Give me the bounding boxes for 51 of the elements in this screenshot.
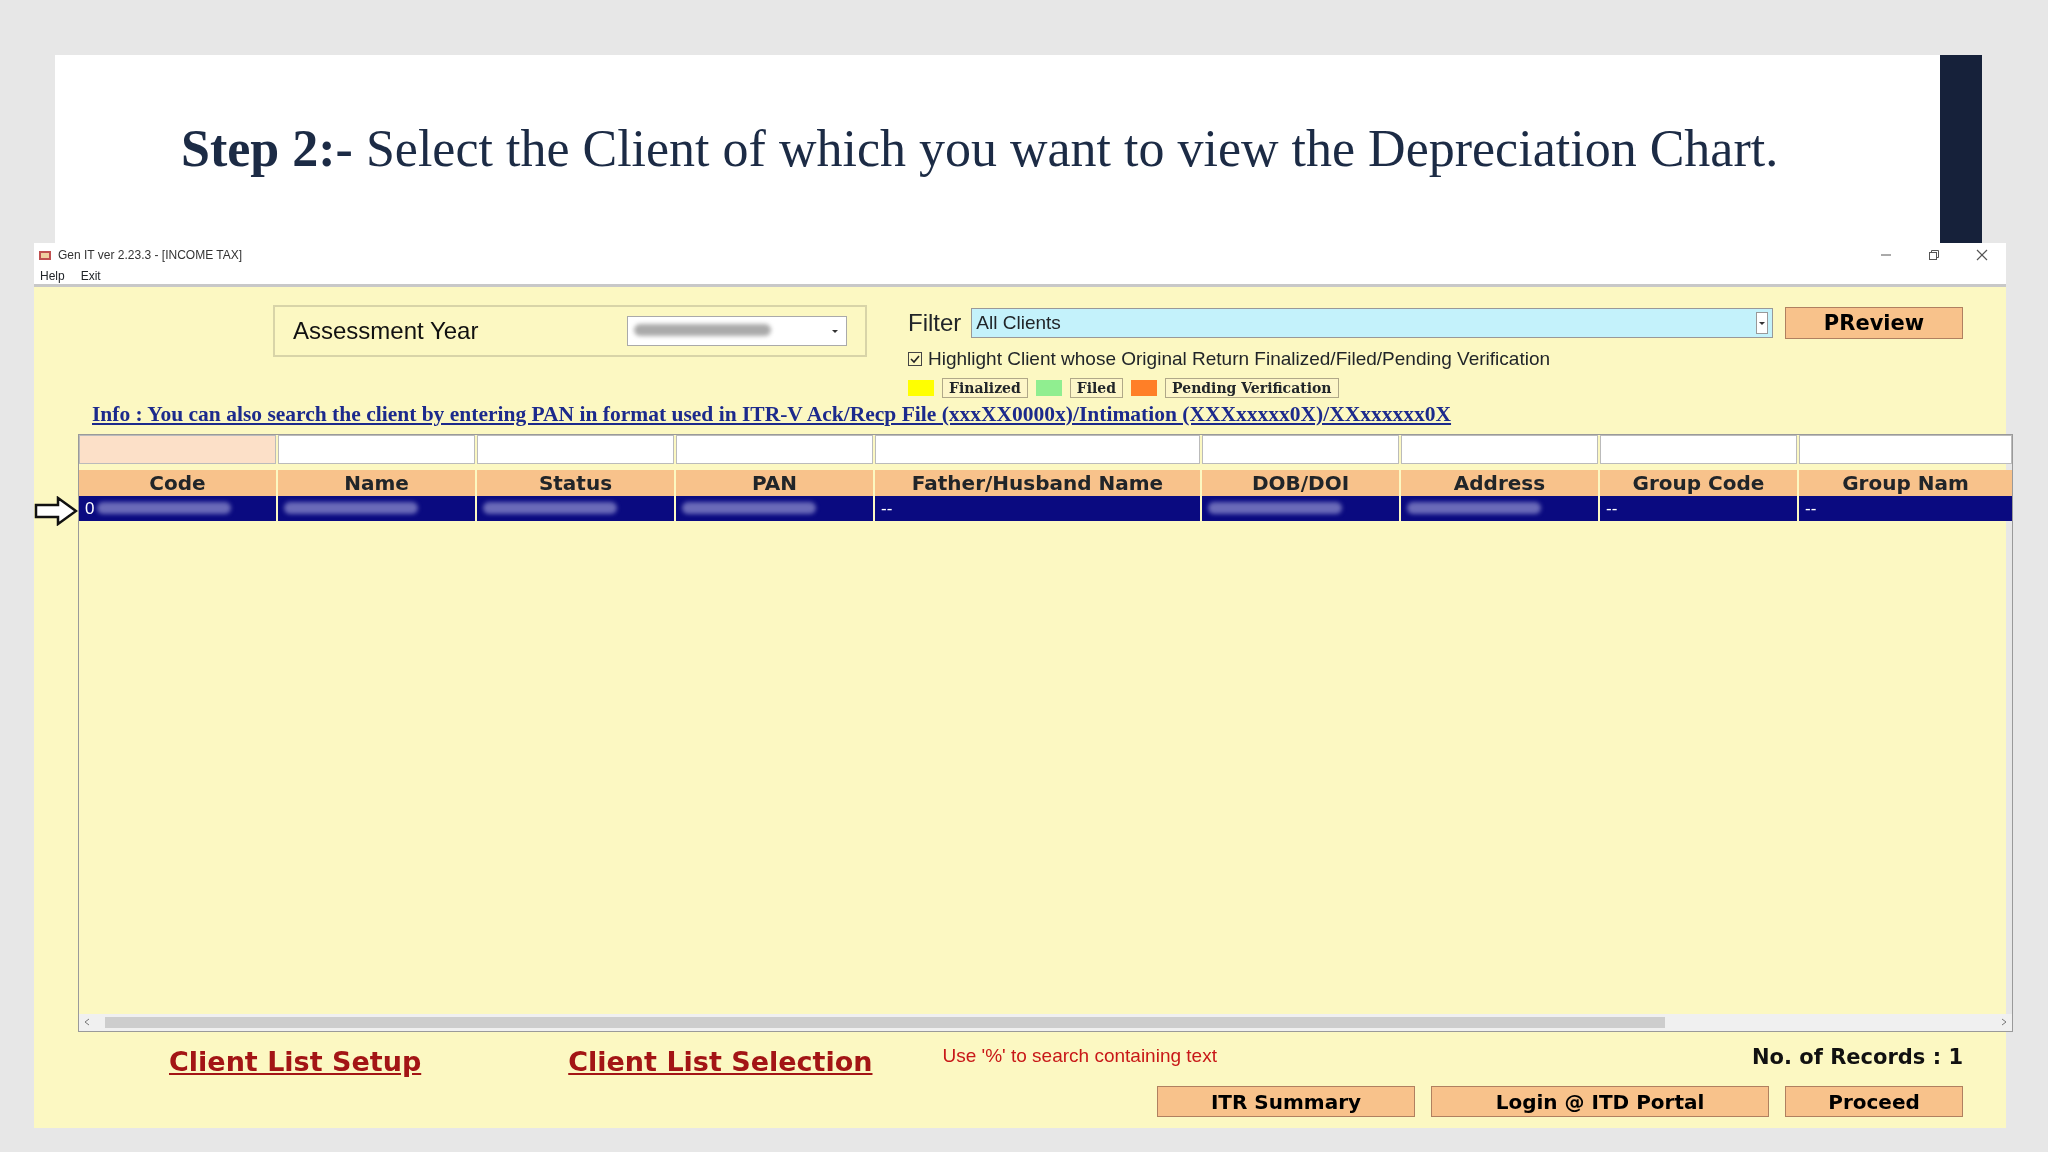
column-header[interactable]: Father/Husband Name xyxy=(875,469,1200,496)
close-icon[interactable] xyxy=(1976,249,1988,261)
preview-button[interactable]: PReview xyxy=(1785,307,1963,339)
app-icon xyxy=(38,249,52,261)
column-header[interactable]: DOB/DOI xyxy=(1202,469,1399,496)
column-filter-field[interactable] xyxy=(1799,434,2012,464)
column-header[interactable]: PAN xyxy=(676,469,873,496)
horizontal-scrollbar[interactable] xyxy=(79,1013,2012,1031)
assessment-year-label: Assessment Year xyxy=(293,316,479,346)
column-header[interactable]: Address xyxy=(1401,469,1598,496)
column-header[interactable]: Status xyxy=(477,469,674,496)
column-filter-field[interactable] xyxy=(477,434,674,464)
row-pointer-arrow-icon xyxy=(34,495,78,526)
scroll-left-icon[interactable] xyxy=(83,1017,91,1028)
highlight-label: Highlight Client whose Original Return Finalized/Filed/Pending Verification xyxy=(928,347,1551,371)
column-header[interactable]: Group Code xyxy=(1600,469,1797,496)
column-header[interactable]: Name xyxy=(278,469,475,496)
column-header[interactable]: Code xyxy=(79,469,276,496)
action-button[interactable]: ITR Summary xyxy=(1157,1086,1415,1118)
column-filter-field[interactable] xyxy=(1600,434,1797,464)
window-title: Gen IT ver 2.23.3 - [INCOME TAX] xyxy=(58,247,243,264)
table-cell: -- xyxy=(875,495,1200,521)
menu-item[interactable]: Exit xyxy=(80,267,101,284)
highlight-checkbox[interactable] xyxy=(908,352,922,367)
table-cell: -- xyxy=(1600,495,1797,521)
client-list-link[interactable]: Client List Selection xyxy=(568,1041,873,1083)
restore-icon[interactable] xyxy=(1928,249,1940,261)
column-filter-field[interactable] xyxy=(278,434,475,464)
column-filter-field[interactable] xyxy=(875,434,1200,464)
info-link[interactable]: Info : You can also search the client by entering PAN in format used in ITR-V Ack/Recp File (xxxXX0000x)/Intimation (XXXxxxxx0X)/XXxxxxxx0X xyxy=(92,397,1963,430)
column-filter-field[interactable] xyxy=(1202,434,1399,464)
legend-label: Pending Verification xyxy=(1165,377,1339,398)
legend-label: Finalized xyxy=(942,377,1028,398)
table-cell: -- xyxy=(1799,495,2012,521)
column-filter-field[interactable] xyxy=(676,434,873,464)
column-filter-field[interactable] xyxy=(79,434,276,464)
column-filter-field[interactable] xyxy=(1401,434,1598,464)
action-button[interactable]: Login @ ITD Portal xyxy=(1431,1086,1769,1118)
filter-dropdown[interactable]: All Clients xyxy=(971,308,1773,338)
search-hint: Use '%' to search containing text xyxy=(942,1043,1217,1068)
legend-label: Filed xyxy=(1069,377,1124,398)
filter-label: Filter xyxy=(908,308,962,338)
menu-item[interactable]: Help xyxy=(40,267,65,284)
assessment-year-dropdown[interactable] xyxy=(627,316,847,346)
record-count: No. of Records : 1 xyxy=(1752,1043,1963,1071)
action-button[interactable]: Proceed xyxy=(1785,1086,1963,1118)
client-list-link[interactable]: Client List Setup xyxy=(169,1041,422,1083)
slide-heading: Step 2:- Select the Client of which you want to view the Depreciation Chart. xyxy=(181,118,1779,179)
scroll-right-icon[interactable] xyxy=(2000,1017,2008,1028)
cell-text: 0 xyxy=(85,497,95,520)
column-header[interactable]: Group Nam xyxy=(1799,469,2012,496)
